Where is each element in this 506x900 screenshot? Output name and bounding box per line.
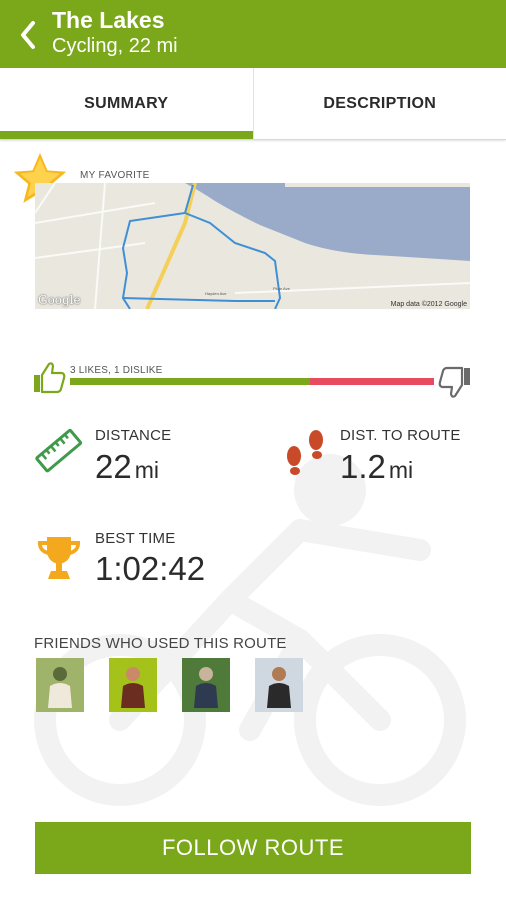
svg-text:Hayden Ave: Hayden Ave [205,291,227,296]
route-map[interactable]: Hayden Ave Plum Ave Google Map data ©201… [35,183,470,309]
thumbs-up-icon[interactable] [32,360,66,394]
tab-description[interactable]: DESCRIPTION [252,68,506,139]
favorite-label: MY FAVORITE [80,170,150,181]
best-time-value: 1:02:42 [95,550,206,587]
distance-unit: mi [134,457,159,483]
thumbs-down-icon[interactable] [438,366,472,400]
trophy-icon [37,537,81,579]
friend-avatar[interactable] [109,658,157,712]
distance-number: 22 [95,448,132,485]
likes-ratio-fill [70,378,311,385]
route-subtitle: Cycling, 22 mi [52,35,178,57]
tab-bar: SUMMARY DESCRIPTION [0,68,506,140]
likes-ratio-bar [70,378,434,385]
map-logo: Google [38,293,81,307]
distance-label: DISTANCE [95,427,172,444]
best-time-label: BEST TIME [95,530,176,547]
friend-avatar[interactable] [182,658,230,712]
app-header: The Lakes Cycling, 22 mi [0,0,506,68]
dist-to-route-unit: mi [388,457,414,483]
follow-route-button[interactable]: FOLLOW ROUTE [35,822,471,874]
likes-summary: 3 LIKES, 1 DISLIKE [70,365,163,376]
friends-label: FRIENDS WHO USED THIS ROUTE [34,635,287,652]
back-button[interactable] [14,18,42,52]
friend-avatar[interactable] [36,658,84,712]
footprints-icon [287,430,323,475]
dist-to-route-value: 1.2 mi [340,449,413,488]
distance-value: 22 mi [95,449,159,488]
dist-to-route-label: DIST. TO ROUTE [340,427,461,444]
cycling-watermark-icon [34,454,466,806]
tab-summary[interactable]: SUMMARY [0,68,253,139]
map-attribution: Map data ©2012 Google [390,301,467,308]
dist-to-route-number: 1.2 [340,448,386,485]
chevron-left-icon [21,21,35,49]
friend-avatar[interactable] [255,658,303,712]
route-title: The Lakes [52,7,165,33]
svg-text:Plum Ave: Plum Ave [273,286,291,291]
ruler-icon [35,428,83,473]
